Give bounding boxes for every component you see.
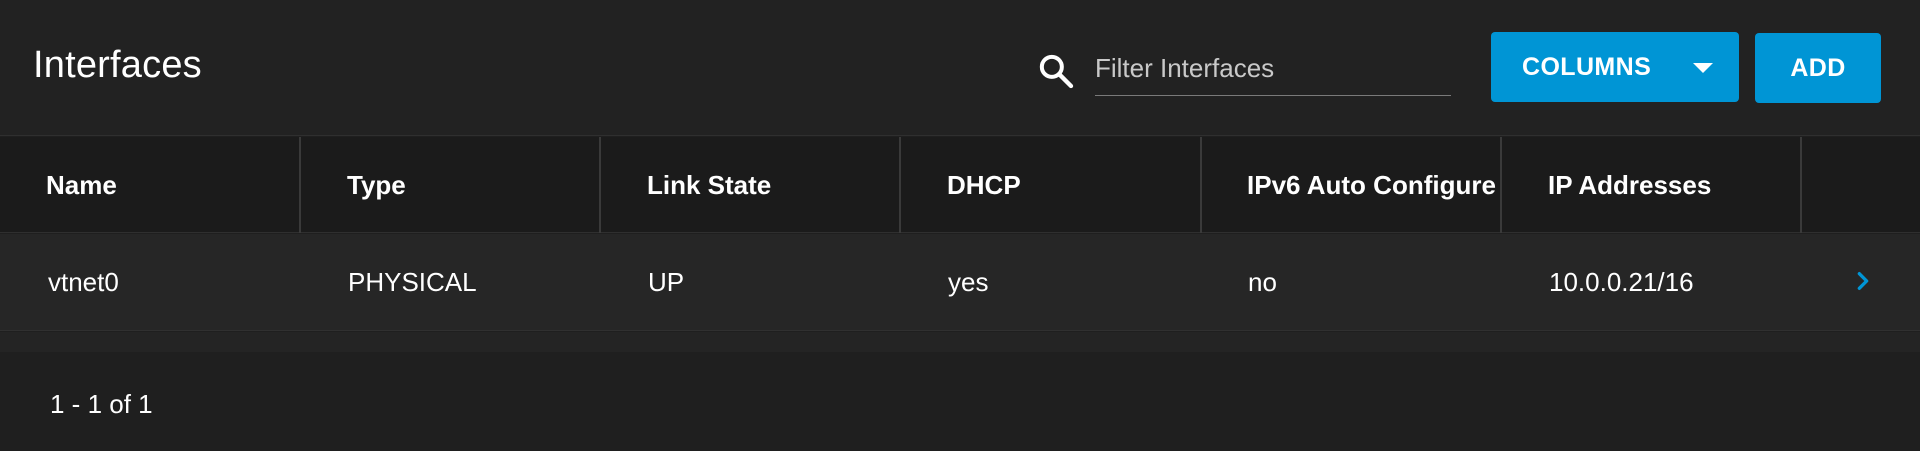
cell-type: PHYSICAL [348,267,477,297]
column-divider[interactable] [899,137,901,233]
interfaces-card: Interfaces COLUMNS ADD Name Type Link St… [0,0,1920,451]
column-header-link-state[interactable]: Link State [647,137,897,233]
table-spacer [0,332,1920,352]
column-divider[interactable] [1500,137,1502,233]
cell-ip-addresses: 10.0.0.21/16 [1549,267,1694,297]
search-icon [1039,54,1074,89]
table-row[interactable]: vtnet0 PHYSICAL UP yes no 10.0.0.21/16 [0,234,1920,331]
cell-name: vtnet0 [48,267,119,297]
pagination-label: 1 - 1 of 1 [50,389,153,419]
page-title: Interfaces [33,44,202,86]
chevron-right-icon[interactable] [1853,270,1873,292]
cell-dhcp: yes [948,267,989,297]
card-header: Interfaces COLUMNS ADD [0,0,1920,136]
add-button-label: ADD [1790,53,1846,82]
columns-button[interactable]: COLUMNS [1491,32,1739,102]
column-divider[interactable] [299,137,301,233]
add-button[interactable]: ADD [1755,33,1881,103]
caret-down-icon [1693,63,1713,73]
column-header-ip-addresses[interactable]: IP Addresses [1548,137,1798,233]
column-header-name[interactable]: Name [46,137,296,233]
column-divider[interactable] [1800,137,1802,233]
cell-link-state: UP [648,267,685,297]
column-divider[interactable] [1200,137,1202,233]
table-header-row: Name Type Link State DHCP IPv6 Auto Conf… [0,137,1920,233]
columns-button-label: COLUMNS [1522,52,1652,81]
column-header-ipv6-auto-configure[interactable]: IPv6 Auto Configure [1247,137,1499,233]
filter-interfaces-input[interactable] [1095,48,1451,96]
column-header-type[interactable]: Type [347,137,597,233]
column-divider[interactable] [599,137,601,233]
cell-ipv6-auto-configure: no [1248,267,1277,297]
column-header-dhcp[interactable]: DHCP [947,137,1197,233]
